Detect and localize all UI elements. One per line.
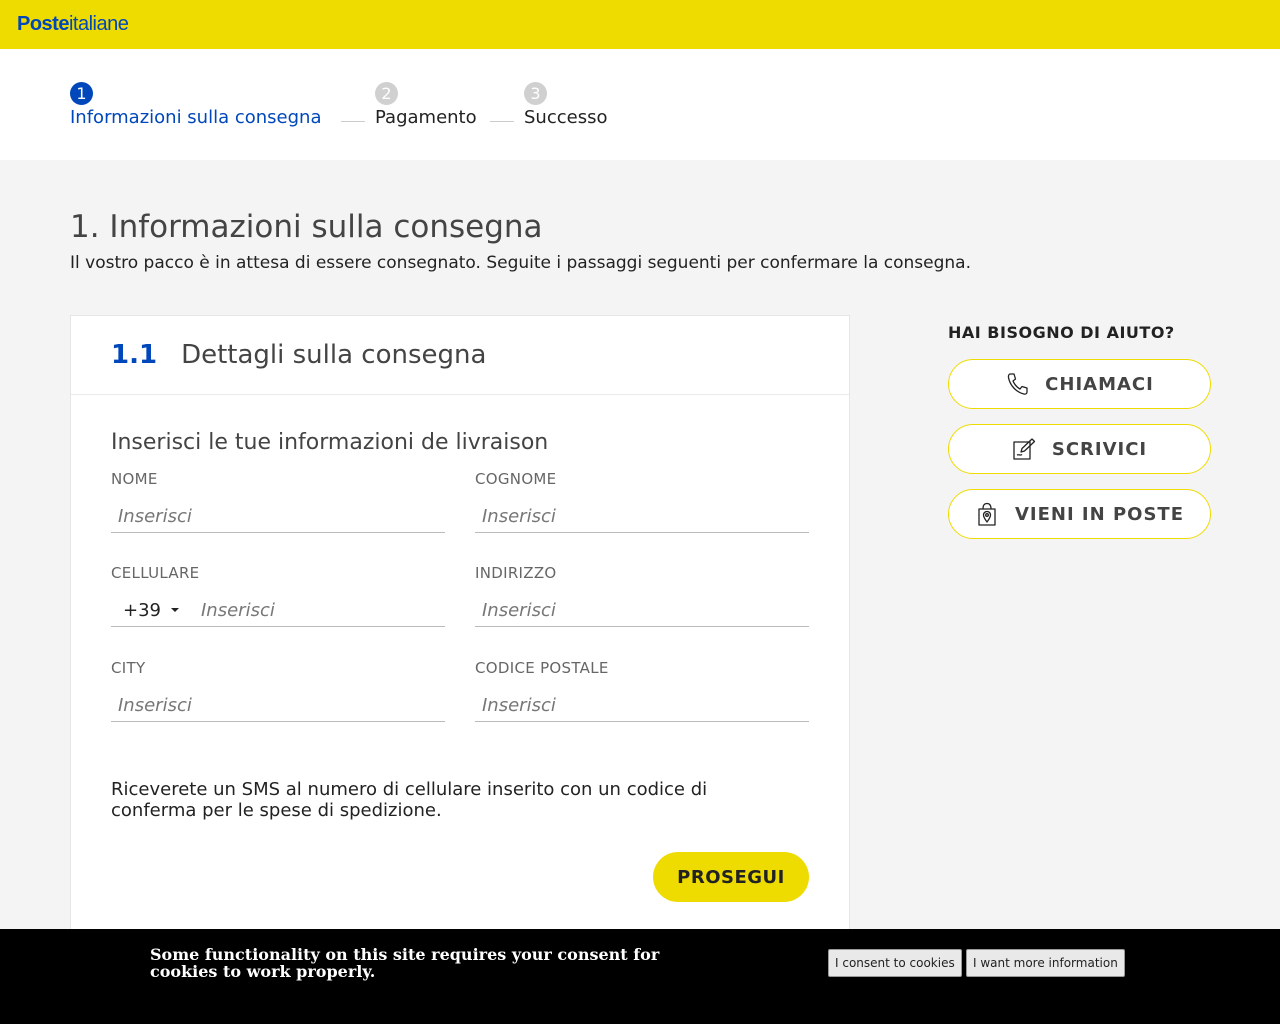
cellulare-input[interactable] [191, 599, 445, 621]
stepper: 1 Informazioni sulla consegna 2 Pagament… [0, 49, 1280, 160]
step-label: Pagamento [375, 107, 477, 128]
city-field: CITY [111, 659, 445, 722]
caret-down-icon [171, 608, 179, 612]
consent-cookies-button[interactable]: I consent to cookies [828, 949, 962, 977]
cognome-field: COGNOME [475, 470, 809, 533]
field-label: CITY [111, 659, 146, 677]
step-label: Successo [524, 107, 608, 128]
step-divider [341, 121, 365, 122]
step-successo: 3 Successo [524, 82, 607, 128]
step-number: 3 [524, 82, 547, 105]
field-label: NOME [111, 470, 158, 488]
codice-postale-input[interactable] [475, 694, 809, 716]
step-informazioni: 1 Informazioni sulla consegna [70, 82, 321, 128]
nome-field: NOME [111, 470, 445, 533]
field-label: INDIRIZZO [475, 564, 557, 582]
button-label: CHIAMACI [1045, 373, 1154, 395]
page-title: 1. Informazioni sulla consegna [70, 209, 543, 245]
sms-note: Riceverete un SMS al numero di cellulare… [111, 779, 708, 821]
scrivici-button[interactable]: SCRIVICI [948, 424, 1211, 474]
location-bag-icon [975, 502, 999, 526]
cellulare-field: CELLULARE +39 [111, 564, 445, 627]
step-label: Informazioni sulla consegna [70, 107, 322, 128]
step-number: 1 [70, 82, 93, 105]
button-label: SCRIVICI [1051, 438, 1148, 460]
step-pagamento: 2 Pagamento [375, 82, 477, 128]
field-label: CELLULARE [111, 564, 200, 582]
phone-icon [1005, 372, 1029, 396]
top-bar: Posteitaliane [0, 0, 1280, 49]
page-subtitle: Il vostro pacco è in attesa di essere co… [70, 253, 971, 273]
delivery-details-card: 1.1 Dettagli sulla consegna Inserisci le… [70, 315, 850, 955]
section-title: Dettagli sulla consegna [181, 340, 487, 370]
indirizzo-input[interactable] [475, 599, 809, 621]
help-title: HAI BISOGNO DI AIUTO? [948, 323, 1175, 342]
city-input[interactable] [111, 694, 445, 716]
field-label: CODICE POSTALE [475, 659, 609, 677]
country-code-value: +39 [123, 599, 161, 621]
nome-input[interactable] [111, 505, 445, 527]
codice-postale-field: CODICE POSTALE [475, 659, 809, 722]
cookie-message: Some functionality on this site requires… [150, 945, 660, 981]
step-divider [490, 121, 514, 122]
cognome-input[interactable] [475, 505, 809, 527]
prosegui-button[interactable]: PROSEGUI [653, 852, 809, 902]
card-header: 1.1 Dettagli sulla consegna [71, 316, 849, 395]
indirizzo-field: INDIRIZZO [475, 564, 809, 627]
country-code-select[interactable]: +39 [111, 600, 191, 621]
edit-icon [1012, 437, 1036, 461]
help-panel: HAI BISOGNO DI AIUTO? CHIAMACI SCRIVICI [948, 323, 1211, 539]
poste-italiane-logo[interactable]: Posteitaliane [17, 13, 129, 36]
section-index: 1.1 [111, 340, 158, 370]
chiamaci-button[interactable]: CHIAMACI [948, 359, 1211, 409]
button-label: VIENI IN POSTE [1014, 503, 1184, 525]
field-label: COGNOME [475, 470, 557, 488]
form-title: Inserisci le tue informazioni de livrais… [111, 430, 549, 455]
step-number: 2 [375, 82, 398, 105]
cookie-banner: Some functionality on this site requires… [0, 929, 1280, 1024]
vieni-in-poste-button[interactable]: VIENI IN POSTE [948, 489, 1211, 539]
more-info-button[interactable]: I want more information [966, 949, 1125, 977]
